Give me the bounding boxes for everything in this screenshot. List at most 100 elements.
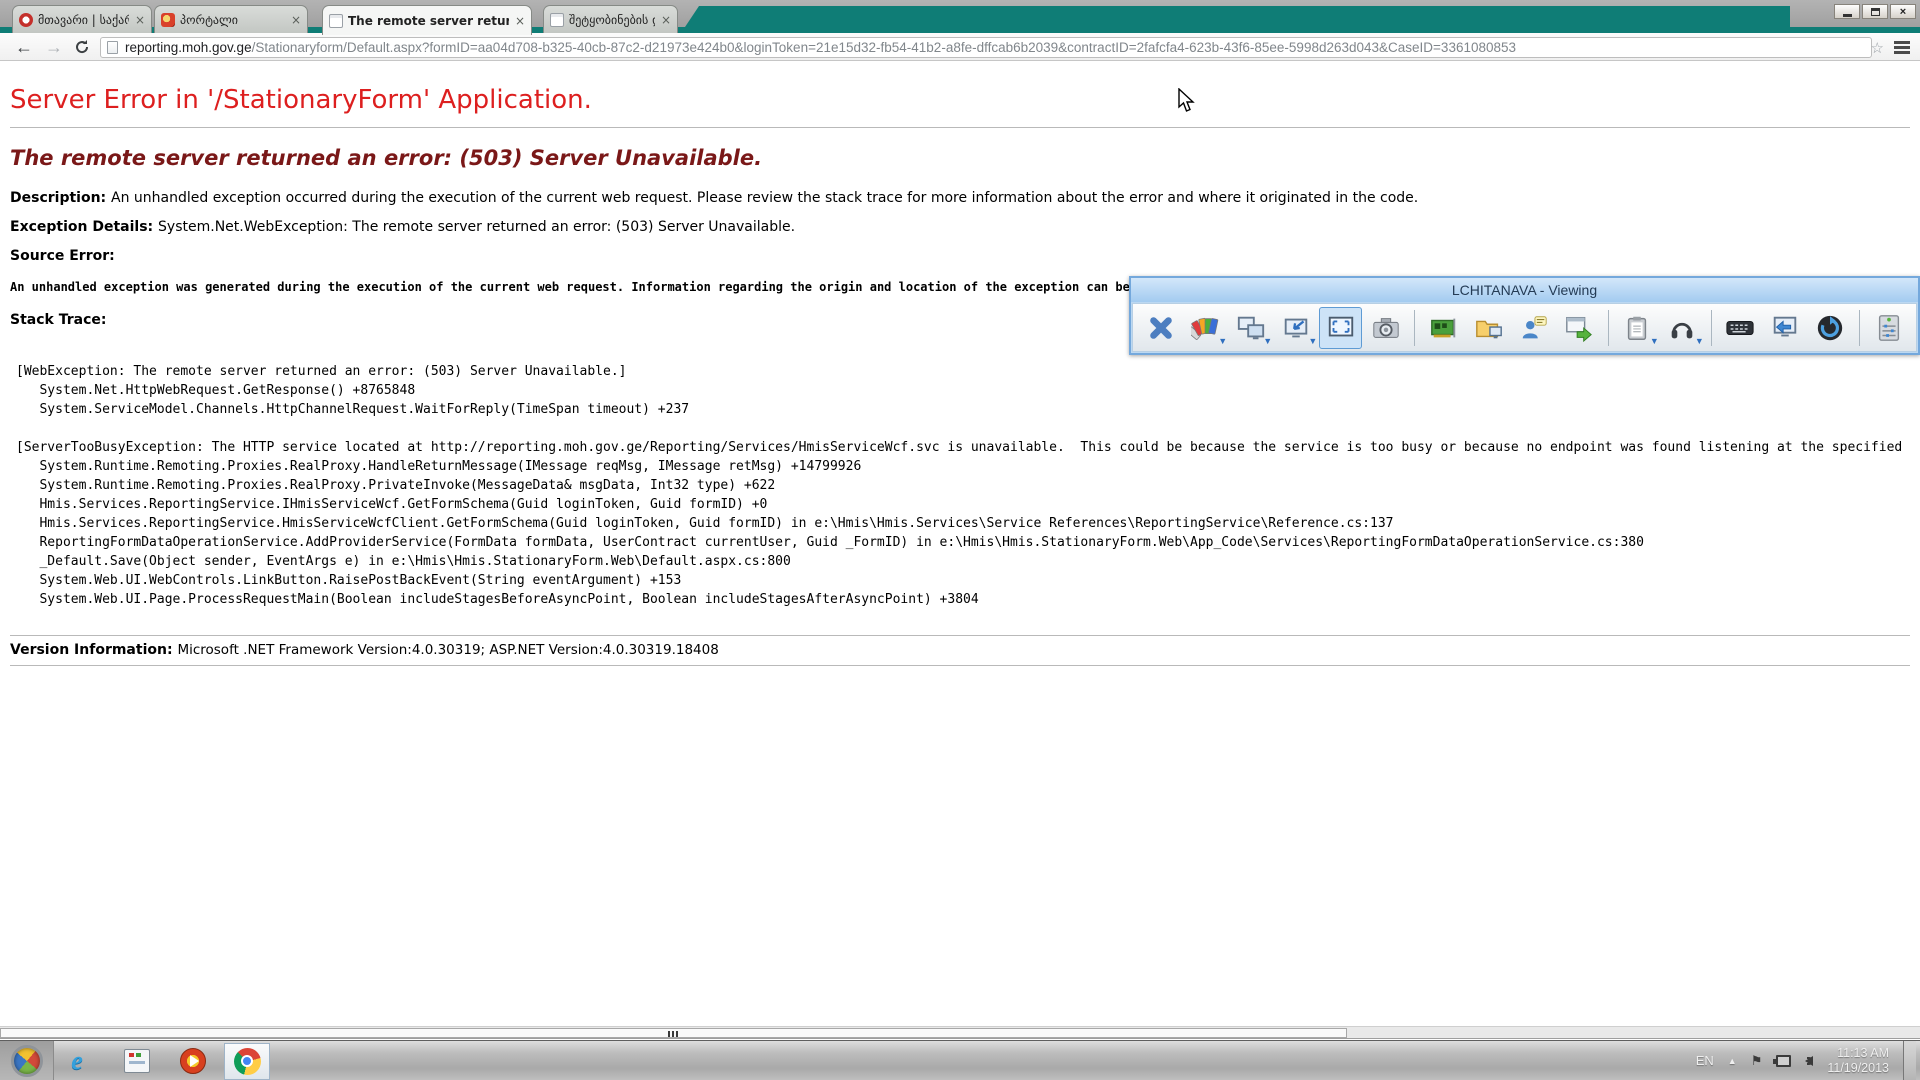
file-transfer-button[interactable] — [1467, 307, 1510, 349]
bookmark-star-icon[interactable]: ☆ — [1871, 39, 1884, 57]
scale-monitor-icon — [1281, 313, 1311, 343]
chat-user-icon — [1519, 313, 1549, 343]
source-error-label: Source Error: — [10, 248, 1910, 264]
full-screen-button[interactable] — [1319, 307, 1362, 349]
url-path: /Stationaryform/Default.aspx?formID=aa04… — [252, 40, 1516, 55]
forward-button[interactable]: → — [42, 36, 66, 58]
tab-label: შეტყობინების დათვალ — [569, 13, 655, 27]
refresh-icon — [1815, 313, 1845, 343]
divider — [10, 127, 1910, 128]
color-quality-button[interactable]: ▼ — [1184, 307, 1227, 349]
description-line: Description: An unhandled exception occu… — [10, 190, 1910, 206]
audio-button[interactable]: ▼ — [1661, 307, 1704, 349]
tab-close-icon[interactable]: × — [515, 15, 525, 27]
fullscreen-icon — [1326, 313, 1356, 343]
display-adapter-button[interactable] — [1422, 307, 1465, 349]
monitor-back-arrow-icon — [1770, 313, 1800, 343]
internet-explorer-icon: e — [71, 1046, 83, 1076]
stack-trace: [WebException: The remote server returne… — [16, 362, 1910, 609]
mouse-cursor — [1178, 88, 1196, 119]
horizontal-scrollbar[interactable] — [0, 1026, 1920, 1039]
page-icon — [107, 41, 118, 54]
keyboard-button[interactable] — [1719, 307, 1762, 349]
keyboard-icon — [1725, 313, 1755, 343]
version-information: Version Information: Microsoft .NET Fram… — [10, 636, 1910, 665]
tab-label: მთავარი | საქართველოს — [38, 13, 129, 27]
dropdown-arrow-icon: ▼ — [1263, 336, 1272, 346]
theme-accent — [685, 6, 1790, 27]
portal-favicon — [161, 13, 175, 27]
georgia-emblem-favicon — [19, 13, 33, 27]
error-page: Server Error in '/StationaryForm' Applic… — [0, 61, 1920, 1026]
chrome-icon — [234, 1048, 261, 1075]
tab-close-icon[interactable]: × — [291, 14, 301, 26]
settings-button[interactable] — [1867, 307, 1910, 349]
system-tray: EN ▲ ⚑ 11:13 AM 11/19/2013 — [1696, 1041, 1920, 1080]
tab-close-icon[interactable]: × — [135, 14, 145, 26]
tab-close-icon[interactable]: × — [661, 14, 671, 26]
reload-button[interactable] — [70, 36, 94, 58]
tab-server-error[interactable]: The remote server returne × — [322, 5, 532, 35]
remote-viewer-window: LCHITANAVA - Viewing ▼ ▼ — [1129, 276, 1920, 355]
chat-button[interactable] — [1513, 307, 1556, 349]
tab-home-georgia[interactable]: მთავარი | საქართველოს × — [12, 5, 152, 33]
ctrl-alt-del-button[interactable] — [1764, 307, 1807, 349]
forward-icon: → — [45, 37, 63, 58]
browser-titlebar: მთავარი | საქართველოს × პორტალი × The re… — [0, 0, 1920, 33]
camera-icon — [1371, 313, 1401, 343]
taskbar: e EN ▲ ⚑ 11:13 AM 11/19/2013 — [0, 1040, 1920, 1080]
tab-notifications[interactable]: შეტყობინების დათვალ × — [543, 5, 678, 33]
taskbar-media-player[interactable] — [170, 1041, 216, 1080]
start-button[interactable] — [0, 1041, 54, 1080]
app-window-icon — [124, 1049, 150, 1073]
taskbar-chrome[interactable] — [224, 1043, 270, 1080]
tray-time: 11:13 AM — [1827, 1046, 1889, 1061]
dropdown-arrow-icon: ▼ — [1308, 336, 1317, 346]
page-favicon — [550, 13, 564, 27]
minimize-button[interactable] — [1834, 4, 1860, 19]
page-title: Server Error in '/StationaryForm' Applic… — [10, 85, 1910, 115]
reload-icon — [74, 39, 90, 55]
browser-menu-button[interactable] — [1894, 41, 1910, 54]
dual-monitor-icon — [1236, 313, 1266, 343]
close-x-icon — [1146, 313, 1176, 343]
error-subtitle: The remote server returned an error: (50… — [10, 146, 1910, 170]
divider — [10, 665, 1910, 666]
scrollbar-thumb[interactable] — [0, 1028, 1347, 1038]
auto-scale-button[interactable]: ▼ — [1274, 307, 1317, 349]
address-bar[interactable]: reporting.moh.gov.ge/Stationaryform/Defa… — [100, 37, 1872, 58]
color-palette-icon — [1191, 313, 1221, 343]
monitor-select-button[interactable]: ▼ — [1229, 307, 1272, 349]
back-icon: ← — [15, 37, 33, 58]
tab-portal[interactable]: პორტალი × — [154, 5, 308, 33]
clipboard-button[interactable]: ▼ — [1616, 307, 1659, 349]
back-button[interactable]: ← — [12, 36, 36, 58]
taskbar-internet-explorer[interactable]: e — [54, 1041, 100, 1080]
windows-start-icon — [11, 1045, 43, 1077]
send-window-button[interactable] — [1558, 307, 1601, 349]
screenshot-button[interactable] — [1364, 307, 1407, 349]
close-button[interactable]: × — [1890, 4, 1916, 19]
window-controls: × — [1834, 4, 1916, 19]
show-desktop-button[interactable] — [1903, 1041, 1916, 1080]
tray-clock[interactable]: 11:13 AM 11/19/2013 — [1827, 1046, 1889, 1076]
toolbar-separator — [1414, 310, 1415, 346]
network-icon[interactable] — [1776, 1055, 1791, 1067]
media-player-icon — [180, 1048, 206, 1074]
action-center-flag-icon[interactable]: ⚑ — [1751, 1053, 1763, 1069]
exception-details-line: Exception Details: System.Net.WebExcepti… — [10, 219, 1910, 235]
show-hidden-icons-button[interactable]: ▲ — [1728, 1056, 1737, 1066]
taskbar-file-manager[interactable] — [114, 1041, 160, 1080]
refresh-screen-button[interactable] — [1809, 307, 1852, 349]
viewer-titlebar[interactable]: LCHITANAVA - Viewing — [1131, 278, 1918, 302]
volume-icon[interactable] — [1805, 1056, 1813, 1066]
tray-date: 11/19/2013 — [1827, 1061, 1889, 1076]
toolbar-separator — [1859, 310, 1860, 346]
maximize-button[interactable] — [1862, 4, 1888, 19]
disconnect-button[interactable] — [1139, 307, 1182, 349]
graphics-card-icon — [1429, 313, 1459, 343]
toolbar-separator — [1711, 310, 1712, 346]
tab-label: The remote server returne — [348, 14, 509, 28]
language-indicator[interactable]: EN — [1696, 1053, 1714, 1068]
dropdown-arrow-icon: ▼ — [1218, 336, 1227, 346]
